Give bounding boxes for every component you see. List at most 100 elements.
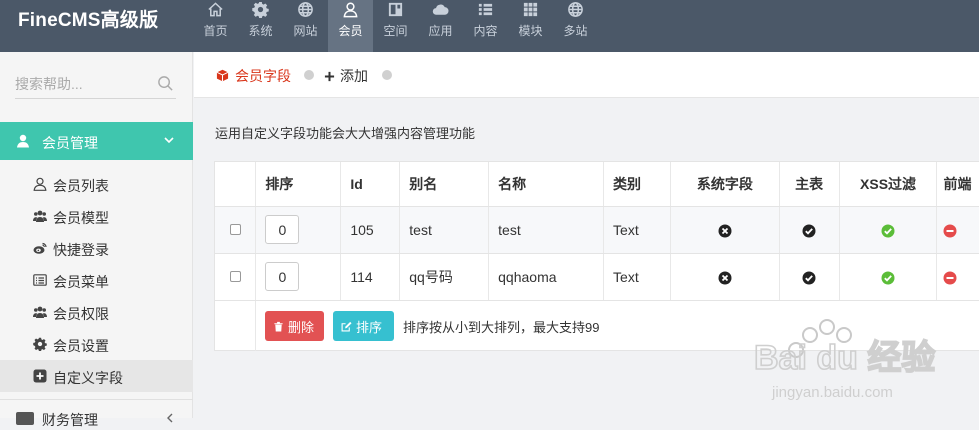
- nav-label: 空间: [383, 24, 408, 38]
- sidebar-item-member-list[interactable]: 会员列表: [0, 168, 193, 200]
- breadcrumb-separator: [304, 70, 314, 80]
- nav-item-content[interactable]: 内容: [463, 0, 508, 52]
- sidebar-item-custom-fields[interactable]: 自定义字段: [0, 360, 193, 392]
- order-cell: [255, 206, 342, 254]
- row-checkbox[interactable]: [229, 223, 241, 235]
- table-header[interactable]: 前端: [936, 162, 979, 207]
- order-input[interactable]: [265, 215, 300, 244]
- table-header-select: [215, 162, 257, 207]
- nav-item-member[interactable]: 会员: [328, 0, 373, 52]
- frontend-cell: [936, 206, 979, 254]
- table-header[interactable]: 排序: [255, 162, 342, 207]
- edit-icon: [341, 321, 352, 331]
- id-cell: 105: [340, 206, 401, 254]
- sidebar-item-label: 会员模型: [53, 210, 109, 226]
- breadcrumb: 会员字段 添加: [194, 52, 979, 98]
- sidebar-search: [15, 72, 176, 99]
- minus-red-icon[interactable]: [943, 271, 957, 285]
- name-cell: qqhaoma: [488, 253, 605, 301]
- table-header[interactable]: Id: [340, 162, 401, 207]
- fields-table: 排序 Id 别名 名称 类别 系统字段 主表 XSS过滤 前端 105 test: [215, 162, 979, 301]
- nav-item-home[interactable]: 首页: [193, 0, 238, 52]
- breadcrumb-add-label: 添加: [340, 68, 368, 84]
- alias-cell: test: [399, 206, 490, 254]
- table-header-row: 排序 Id 别名 名称 类别 系统字段 主表 XSS过滤 前端: [215, 162, 979, 207]
- check-green-icon[interactable]: [881, 271, 895, 285]
- sidebar-item-label: 会员设置: [53, 338, 109, 354]
- main-content: 会员字段 添加 运用自定义字段功能会大大增强内容管理功能 排序 Id 别名 名称…: [194, 52, 979, 418]
- main-table-cell: [779, 253, 840, 301]
- brand-logo[interactable]: FineCMS高级版: [18, 5, 158, 32]
- xss-filter-cell: [839, 253, 938, 301]
- sidebar-group-finance[interactable]: 财务管理: [0, 399, 193, 429]
- list-box-icon: [33, 274, 47, 286]
- nav-item-website[interactable]: 网站: [283, 0, 328, 52]
- globe-icon: [298, 2, 313, 17]
- delete-label: 删除: [288, 319, 315, 335]
- window-icon: [388, 2, 403, 17]
- check-green-icon[interactable]: [881, 224, 895, 238]
- order-input[interactable]: [265, 262, 300, 291]
- breadcrumb-current[interactable]: 会员字段: [216, 66, 291, 86]
- weibo-icon: [33, 242, 47, 254]
- sidebar-item-member-settings[interactable]: 会员设置: [0, 328, 193, 360]
- nav-item-module[interactable]: 模块: [508, 0, 553, 52]
- nav-label: 网站: [293, 24, 318, 38]
- sidebar-item-quick-login[interactable]: 快捷登录: [0, 232, 193, 264]
- sidebar-item-member-menu[interactable]: 会员菜单: [0, 264, 193, 296]
- chevron-down-icon: [164, 137, 174, 144]
- nav-label: 多站: [563, 24, 588, 38]
- nav-item-app[interactable]: 应用: [418, 0, 463, 52]
- type-cell: Text: [603, 206, 671, 254]
- sidebar-item-member-permission[interactable]: 会员权限: [0, 296, 193, 328]
- table-header[interactable]: 别名: [399, 162, 490, 207]
- search-icon[interactable]: [157, 75, 174, 92]
- user-icon: [17, 134, 29, 148]
- sidebar-menu: 会员列表 会员模型 快捷登录 会员菜单 会员权限 会员设置 自定义字段: [0, 168, 193, 392]
- main-table-cell: [779, 206, 840, 254]
- table-actions: 删除 排序 排序按从小到大排列，最大支持99: [215, 301, 979, 351]
- globe-icon: [568, 2, 583, 17]
- plus-icon: [324, 71, 335, 82]
- table-header[interactable]: 系统字段: [670, 162, 780, 207]
- sidebar-item-label: 会员菜单: [53, 274, 109, 290]
- breadcrumb-add[interactable]: 添加: [324, 66, 368, 86]
- xss-filter-cell: [839, 206, 938, 254]
- table-header[interactable]: 类别: [603, 162, 671, 207]
- nav-label: 会员: [338, 24, 363, 38]
- table-header[interactable]: 名称: [488, 162, 605, 207]
- sidebar: 会员管理 会员列表 会员模型 快捷登录 会员菜单 会员权限 会员设置: [0, 52, 193, 428]
- sidebar-item-member-model[interactable]: 会员模型: [0, 200, 193, 232]
- nav-item-multisite[interactable]: 多站: [553, 0, 598, 52]
- cloud-icon: [432, 4, 449, 15]
- nav-label: 模块: [518, 24, 543, 38]
- gear-icon: [33, 337, 47, 351]
- alias-cell: qq号码: [399, 253, 490, 301]
- nav-label: 系统: [248, 24, 273, 38]
- cube-icon: [216, 69, 229, 82]
- top-navbar: FineCMS高级版 首页 系统 网站 会员 空间 应用 内容 模块 多站: [0, 0, 979, 52]
- row-checkbox[interactable]: [229, 270, 241, 282]
- table-header[interactable]: XSS过滤: [839, 162, 938, 207]
- delete-button[interactable]: 删除: [265, 311, 324, 341]
- minus-red-icon[interactable]: [943, 224, 957, 238]
- list-icon: [478, 3, 493, 16]
- frontend-cell: [936, 253, 979, 301]
- search-input[interactable]: [15, 72, 150, 96]
- sort-button[interactable]: 排序: [333, 311, 394, 341]
- sidebar-item-label: 会员列表: [53, 178, 109, 194]
- users-icon: [33, 210, 47, 222]
- nav-item-space[interactable]: 空间: [373, 0, 418, 52]
- type-cell: Text: [603, 253, 671, 301]
- plus-square-icon: [33, 369, 47, 383]
- nav-item-system[interactable]: 系统: [238, 0, 283, 52]
- table-header[interactable]: 主表: [779, 162, 840, 207]
- system-field-cell: [670, 206, 780, 254]
- sidebar-item-label: 快捷登录: [53, 242, 109, 258]
- table-row: 114 qq号码 qqhaoma Text: [215, 253, 979, 301]
- page-description: 运用自定义字段功能会大大增强内容管理功能: [215, 126, 476, 141]
- grid-icon: [523, 2, 538, 17]
- sidebar-group-member[interactable]: 会员管理: [0, 122, 193, 160]
- users-icon: [33, 306, 47, 318]
- nav-label: 内容: [473, 24, 498, 38]
